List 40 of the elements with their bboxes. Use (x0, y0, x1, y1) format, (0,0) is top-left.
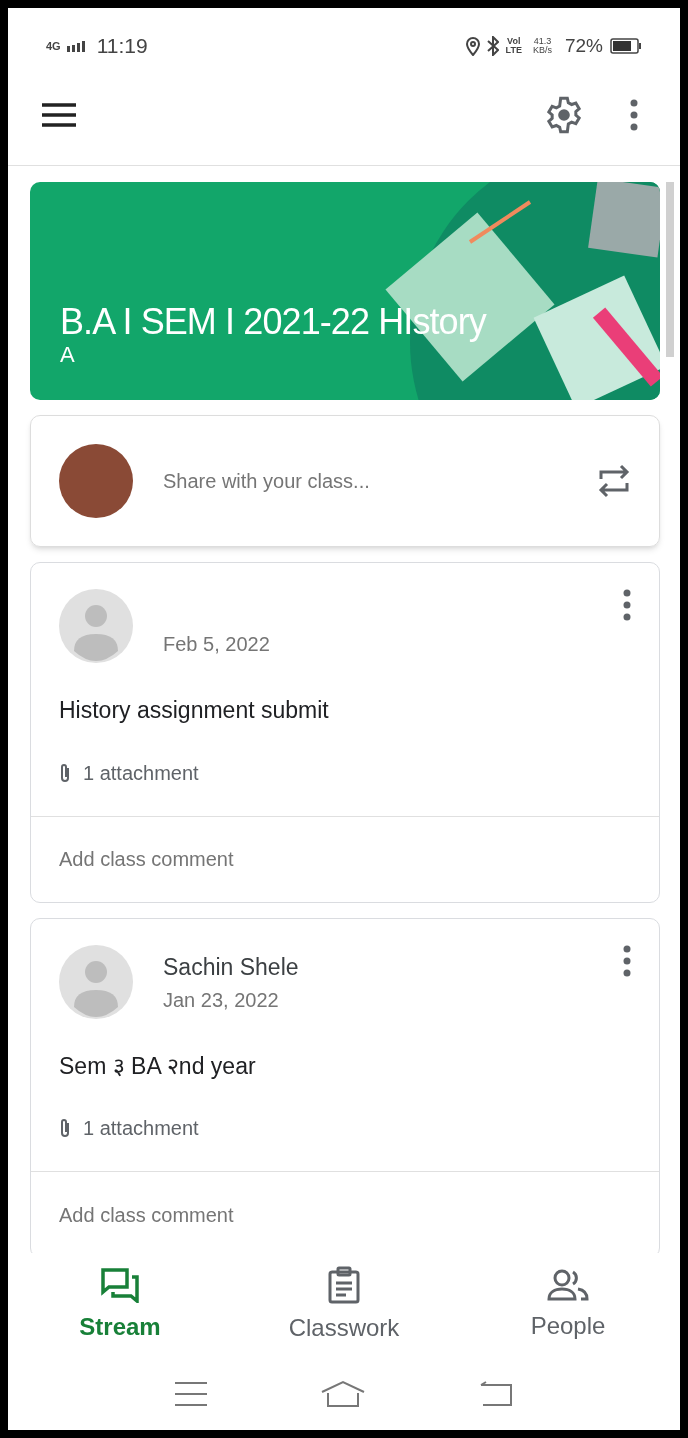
post-text: History assignment submit (59, 696, 330, 725)
attachment-count[interactable]: 1 attachment (83, 757, 199, 788)
back-icon[interactable] (479, 1381, 514, 1407)
post-date: Feb 5, 2022 (163, 632, 271, 657)
post-options-icon[interactable] (623, 589, 631, 621)
avatar-silhouette-icon (59, 589, 133, 663)
repost-arrows-icon[interactable] (597, 462, 631, 500)
menu-icon[interactable] (42, 102, 76, 127)
clipboard-icon (327, 1265, 361, 1304)
post-options-icon[interactable] (623, 944, 631, 977)
post-text: Sem ३ BA २nd year (59, 1051, 257, 1081)
post-date: Jan 23, 2022 (163, 987, 280, 1013)
paperclip-icon (59, 1117, 71, 1139)
bluetooth-icon (486, 36, 499, 56)
location-pin-icon (465, 36, 480, 56)
nav-tab[interactable]: Stream (8, 1266, 232, 1345)
clock: 11:19 (96, 33, 148, 60)
avatar-silhouette-icon (59, 944, 133, 1019)
lte-label: LTE (505, 46, 522, 55)
chat-bubbles-icon (100, 1266, 140, 1303)
volte-label: Vol (507, 37, 521, 46)
battery-percent: 72% (564, 33, 603, 58)
settings-icon[interactable] (544, 94, 584, 135)
attachment-count[interactable]: 1 attachment (83, 1113, 199, 1143)
people-icon (547, 1267, 589, 1302)
nav-tab[interactable]: People (456, 1267, 680, 1344)
share-input-field[interactable]: Share with your class... (163, 466, 567, 496)
nav-tab[interactable]: Classwork (232, 1265, 456, 1346)
paperclip-icon (59, 761, 71, 784)
network-type: 4G (46, 40, 61, 52)
more-options-icon[interactable] (630, 98, 638, 131)
class-section: A (60, 342, 630, 368)
data-speed: 41.3 (533, 37, 552, 46)
data-speed-unit: KB/s (532, 46, 552, 55)
author-name: Sachin Shele (163, 953, 300, 982)
comment-input-field[interactable]: Add class comment (59, 1199, 631, 1230)
home-icon[interactable] (320, 1380, 366, 1408)
recent-apps-icon[interactable] (174, 1381, 207, 1407)
comment-input-field[interactable]: Add class comment (59, 844, 631, 874)
battery-icon (610, 38, 642, 54)
